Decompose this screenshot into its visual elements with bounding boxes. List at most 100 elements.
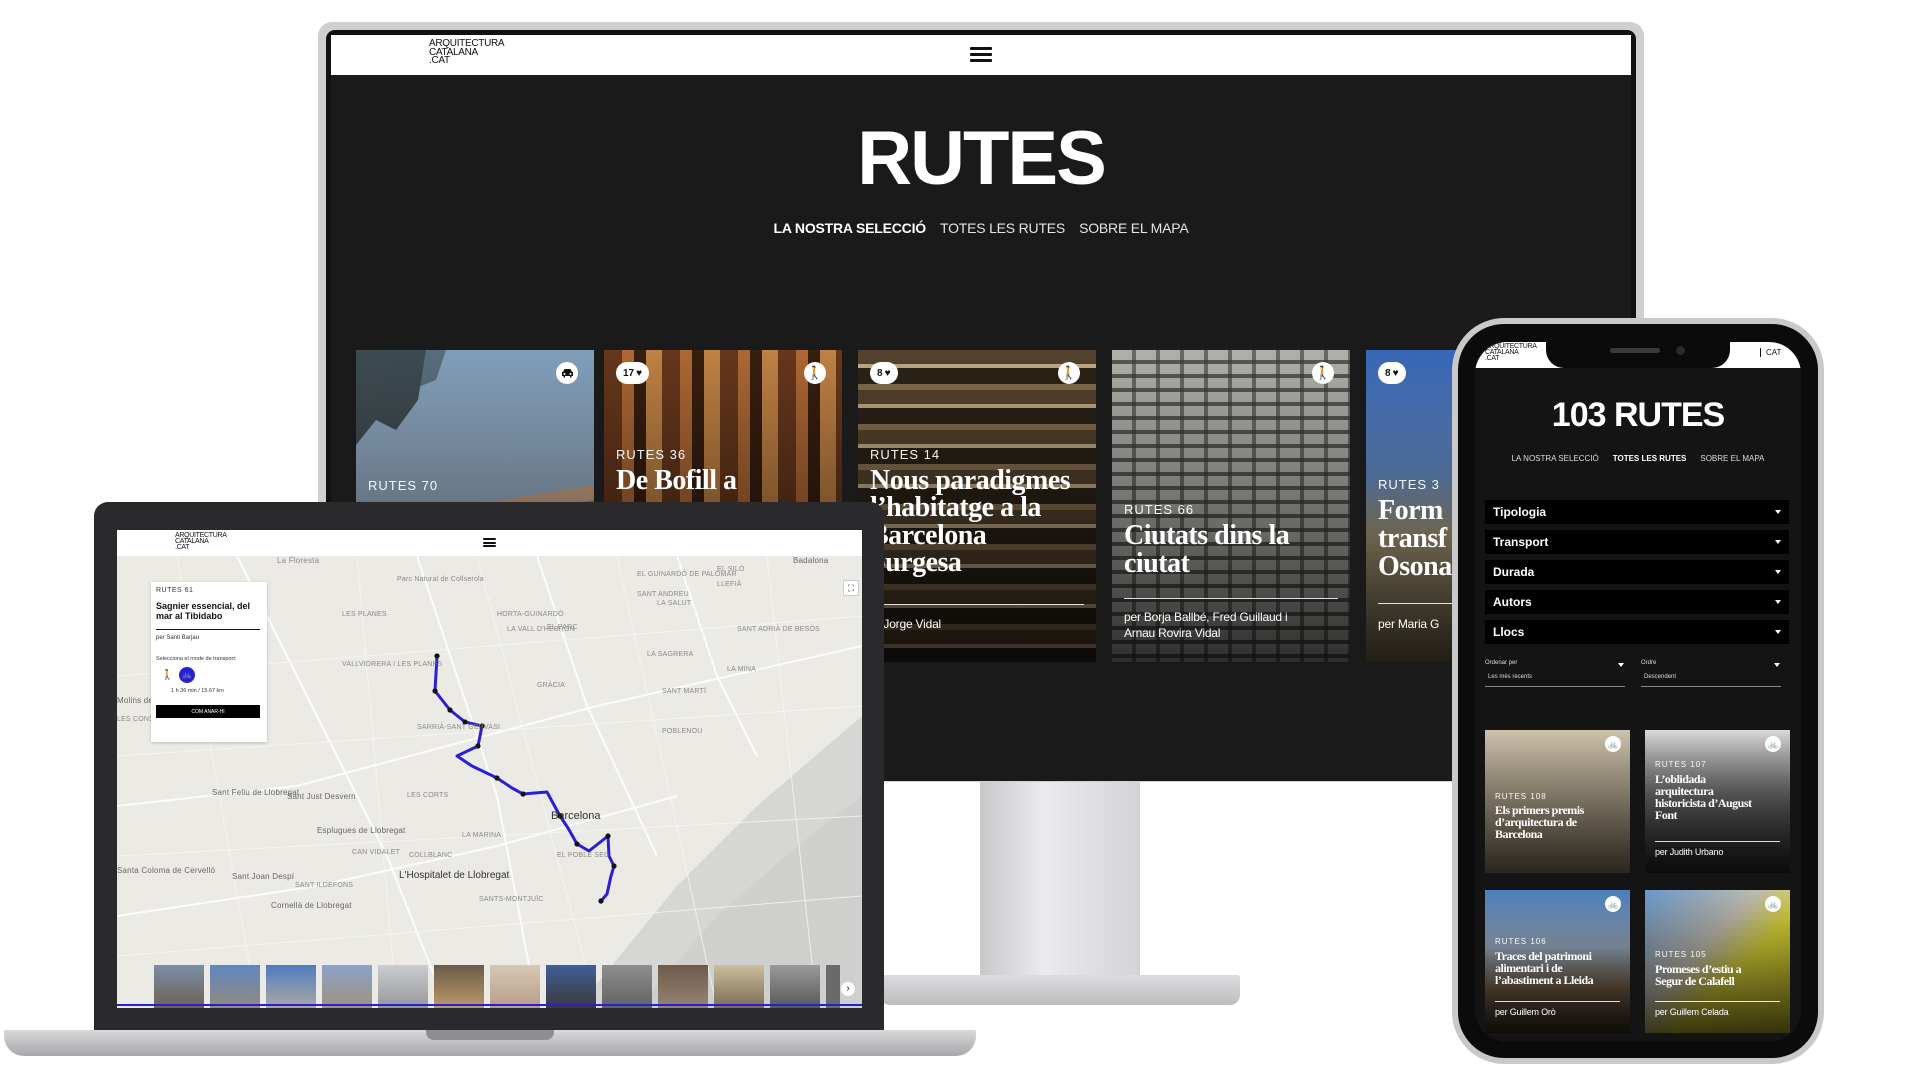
walk-icon: 🚶 [1058,362,1080,384]
stop-thumbnail[interactable] [434,965,484,1008]
map-label: VALLVIDRERA I LES PLANES [342,661,443,668]
bike-icon: 🚲 [1765,896,1781,912]
likes-badge[interactable]: 17 ♥ [616,362,650,384]
directions-button[interactable]: COM ANAR-HI [156,705,260,718]
fullscreen-icon[interactable]: ⛶ [843,580,859,596]
menu-icon[interactable] [483,538,496,547]
stop-thumbnail[interactable] [770,965,820,1008]
map-label: LA SALUT [657,600,692,607]
desktop-tabs: LA NOSTRA SELECCIÓ TOTES LES RUTES SOBRE… [331,220,1631,236]
logo-line: .CAT [429,55,450,67]
route-card[interactable]: 🚲 RUTES 108 Els primers premis d’arquite… [1485,730,1630,873]
stop-thumbnail[interactable] [826,965,840,1008]
route-author: per Maria G [1378,617,1440,631]
route-map[interactable]: La Floresta Parc Natural de Collserola E… [117,556,862,1008]
menu-icon[interactable] [970,47,992,62]
route-card[interactable]: 8 ♥ 🚶 RUTES 14 Nous paradigmes l’habitatg… [858,350,1096,662]
tab-la-nostra-seleccio[interactable]: LA NOSTRA SELECCIÓ [1512,454,1599,463]
divider [156,629,260,630]
filter-transport[interactable]: Transport [1485,530,1789,554]
page-title: RUTES [857,116,1107,201]
likes-badge[interactable]: 8 ♥ [1378,362,1406,384]
bike-icon[interactable]: 🚲 [179,667,195,683]
chevron-down-icon [1618,663,1624,667]
map-city-label: Barcelona [551,810,601,822]
route-title: Form transf Osona [1378,497,1452,581]
route-duration: 1 h 36 min / 15.67 km [171,688,224,694]
divider [1655,841,1780,842]
divider [870,604,1084,605]
map-label: LES CORTS [407,792,449,799]
chevron-down-icon [1775,630,1781,634]
heart-icon: ♥ [636,367,643,379]
stop-thumbnail[interactable] [714,965,764,1008]
stop-thumbnail[interactable] [378,965,428,1008]
tab-sobre-el-mapa[interactable]: SOBRE EL MAPA [1079,220,1189,236]
route-title: De Bofill a [616,465,737,496]
stop-thumbnail[interactable] [658,965,708,1008]
map-city-label: L'Hospitalet de Llobregat [399,870,510,881]
transport-prompt: Selecciona el mode de transport: [156,656,237,662]
filter-autors[interactable]: Autors [1485,590,1789,614]
route-author: per Judith Urbano [1655,847,1724,857]
laptop-logo[interactable]: ARQUITECTURA CATALANA .CAT [175,532,227,551]
title-line: Segur de Calafell [1655,974,1735,988]
route-number: RUTES 106 [1495,937,1547,946]
route-title: L’oblidada arquitectura historicista d’A… [1655,773,1752,821]
tab-totes-les-rutes[interactable]: TOTES LES RUTES [1613,454,1687,463]
filter-durada[interactable]: Durada [1485,560,1789,584]
map-label: LA MINA [727,666,757,673]
map-label: GRÀCIA [537,682,566,689]
route-number: RUTES 70 [368,478,439,493]
route-author: per Santi Barjau [156,635,200,641]
tab-la-nostra-seleccio[interactable]: LA NOSTRA SELECCIÓ [773,220,926,236]
likes-count: 8 [1385,367,1391,379]
map-label: Parc Natural de Collserola [397,576,484,583]
order-label: Ordre [1641,660,1657,666]
stop-thumbnail[interactable] [210,965,260,1008]
route-card[interactable]: 🚲 RUTES 106 Traces del patrimoni aliment… [1485,890,1630,1033]
stop-thumbnail[interactable] [154,965,204,1008]
title-line: transf [1378,523,1447,554]
route-progress-line [117,1004,862,1006]
language-selector[interactable]: CAT [1760,348,1781,357]
tab-totes-les-rutes[interactable]: TOTES LES RUTES [940,220,1065,236]
sort-by-select[interactable]: Ordenar per Les més recents [1485,660,1625,687]
stop-thumbnail[interactable] [322,965,372,1008]
route-card[interactable]: 🚲 RUTES 105 Promeses d’estiu a Segur de … [1645,890,1790,1033]
stop-thumbnail[interactable] [490,965,540,1008]
title-line: Nous paradigmes [870,465,1071,496]
stop-thumbnail[interactable] [602,965,652,1008]
likes-count: 17 [623,367,635,379]
title-line: Ciutats dins la [1124,520,1290,551]
filter-llocs[interactable]: Llocs [1485,620,1789,644]
chevron-right-icon[interactable]: › [841,982,855,996]
route-title: Sagnier essencial, del mar al Tibidabo [156,601,250,622]
map-label: POBLENOU [662,728,703,735]
laptop-screen: ARQUITECTURA CATALANA .CAT La Floresta P… [117,530,862,1008]
route-number: RUTES 3 [1378,477,1440,492]
tab-sobre-el-mapa[interactable]: SOBRE EL MAPA [1700,454,1764,463]
monitor-stand-base [880,975,1240,1005]
map-label: HORTA-GUINARDÓ [497,611,564,618]
phone-logo[interactable]: ARQUITECTURA CATALANA .CAT [1485,343,1537,362]
map-label: CAN VIDALET [352,849,401,856]
walk-icon[interactable]: 🚶 [161,670,173,681]
likes-badge[interactable]: 8 ♥ [870,362,898,384]
car-icon [556,362,578,384]
route-card[interactable]: 🚶 RUTES 66 Ciutats dins la ciutat per Bo… [1112,350,1350,662]
map-label: La Floresta [277,556,320,565]
route-card[interactable]: 🚲 RUTES 107 L’oblidada arquitectura hist… [1645,730,1790,873]
desktop-logo[interactable]: ARQUITECTURA CATALANA .CAT [429,39,505,67]
filter-tipologia[interactable]: Tipologia [1485,500,1789,524]
phone-camera [1676,346,1685,355]
title-line: Osona [1378,551,1452,582]
stop-thumbnail[interactable] [266,965,316,1008]
stop-thumbnail[interactable] [546,965,596,1008]
order-select[interactable]: Ordre Descendent [1641,660,1781,687]
button-label: COM ANAR-HI [191,708,225,715]
author-line: Arnau Rovira Vidal [1124,625,1221,640]
map-label: Sant Just Desvern [287,792,356,801]
route-info-panel: RUTES 61 Sagnier essencial, del mar al T… [151,582,267,742]
chevron-down-icon [1774,663,1780,667]
